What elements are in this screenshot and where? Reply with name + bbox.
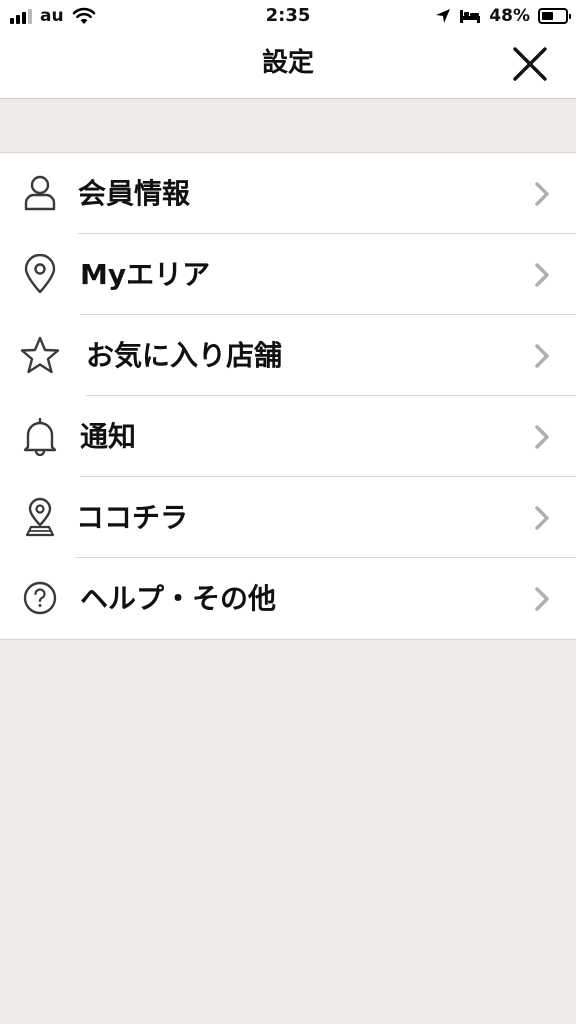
chevron-right-icon (535, 425, 549, 449)
close-button[interactable] (510, 44, 550, 84)
menu-item-label: ココチラ (76, 501, 189, 534)
status-bar: au 2:35 48% (0, 0, 576, 32)
sleep-bed-icon (460, 10, 481, 23)
menu-item-cocochira[interactable]: ココチラ (0, 477, 576, 558)
person-icon (20, 173, 60, 213)
menu-item-my-area[interactable]: Myエリア (0, 234, 576, 315)
close-icon (513, 47, 547, 81)
chevron-right-icon (535, 587, 549, 611)
battery-percent: 48% (489, 6, 530, 26)
menu-item-notifications[interactable]: 通知 (0, 396, 576, 477)
menu-item-label: 会員情報 (78, 177, 191, 210)
menu-item-label: ヘルプ・その他 (80, 582, 277, 615)
menu-item-label: Myエリア (80, 258, 211, 291)
location-arrow-icon (436, 9, 451, 23)
chevron-right-icon (535, 182, 549, 206)
help-circle-icon (20, 578, 60, 618)
bell-icon (20, 416, 60, 456)
map-pin-icon (20, 254, 60, 294)
battery-level (542, 12, 553, 20)
menu-item-favorite-stores[interactable]: お気に入り店舗 (0, 315, 576, 396)
menu-item-member-info[interactable]: 会員情報 (0, 153, 576, 234)
menu-item-label: お気に入り店舗 (86, 339, 283, 372)
chevron-right-icon (535, 263, 549, 287)
star-icon (20, 335, 60, 375)
chevron-right-icon (535, 506, 549, 530)
location-map-icon (20, 497, 60, 537)
menu-item-label: 通知 (80, 420, 137, 453)
menu-item-help-other[interactable]: ヘルプ・その他 (0, 558, 576, 639)
chevron-right-icon (535, 344, 549, 368)
battery-icon (538, 8, 571, 24)
status-right: 48% (435, 5, 571, 27)
navigation-bar: 設定 (0, 32, 576, 99)
settings-menu-list: 会員情報 Myエリア お気に入り店舗 通知 ココチラ ヘルプ・その他 (0, 152, 576, 640)
page-title: 設定 (261, 48, 314, 78)
